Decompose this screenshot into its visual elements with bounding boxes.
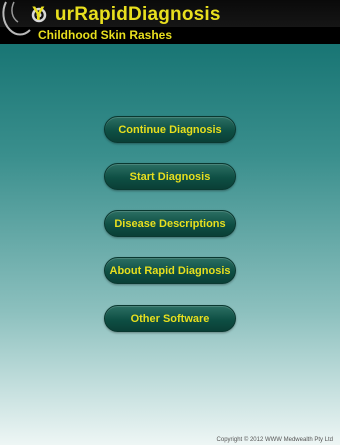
copyright-text: Copyright © 2012 WWW Medwealth Pty Ltd [216,437,333,443]
start-diagnosis-button[interactable]: Start Diagnosis [104,163,236,190]
app-header: YurRapidDiagnosis Childhood Skin Rashes [0,0,340,44]
disease-descriptions-button[interactable]: Disease Descriptions [104,210,236,237]
about-rapid-diagnosis-button[interactable]: About Rapid Diagnosis [104,257,236,284]
app-title: YurRapidDiagnosis [32,4,221,25]
other-software-button[interactable]: Other Software [104,305,236,332]
app-subtitle: Childhood Skin Rashes [38,28,173,42]
continue-diagnosis-button[interactable]: Continue Diagnosis [104,116,236,143]
